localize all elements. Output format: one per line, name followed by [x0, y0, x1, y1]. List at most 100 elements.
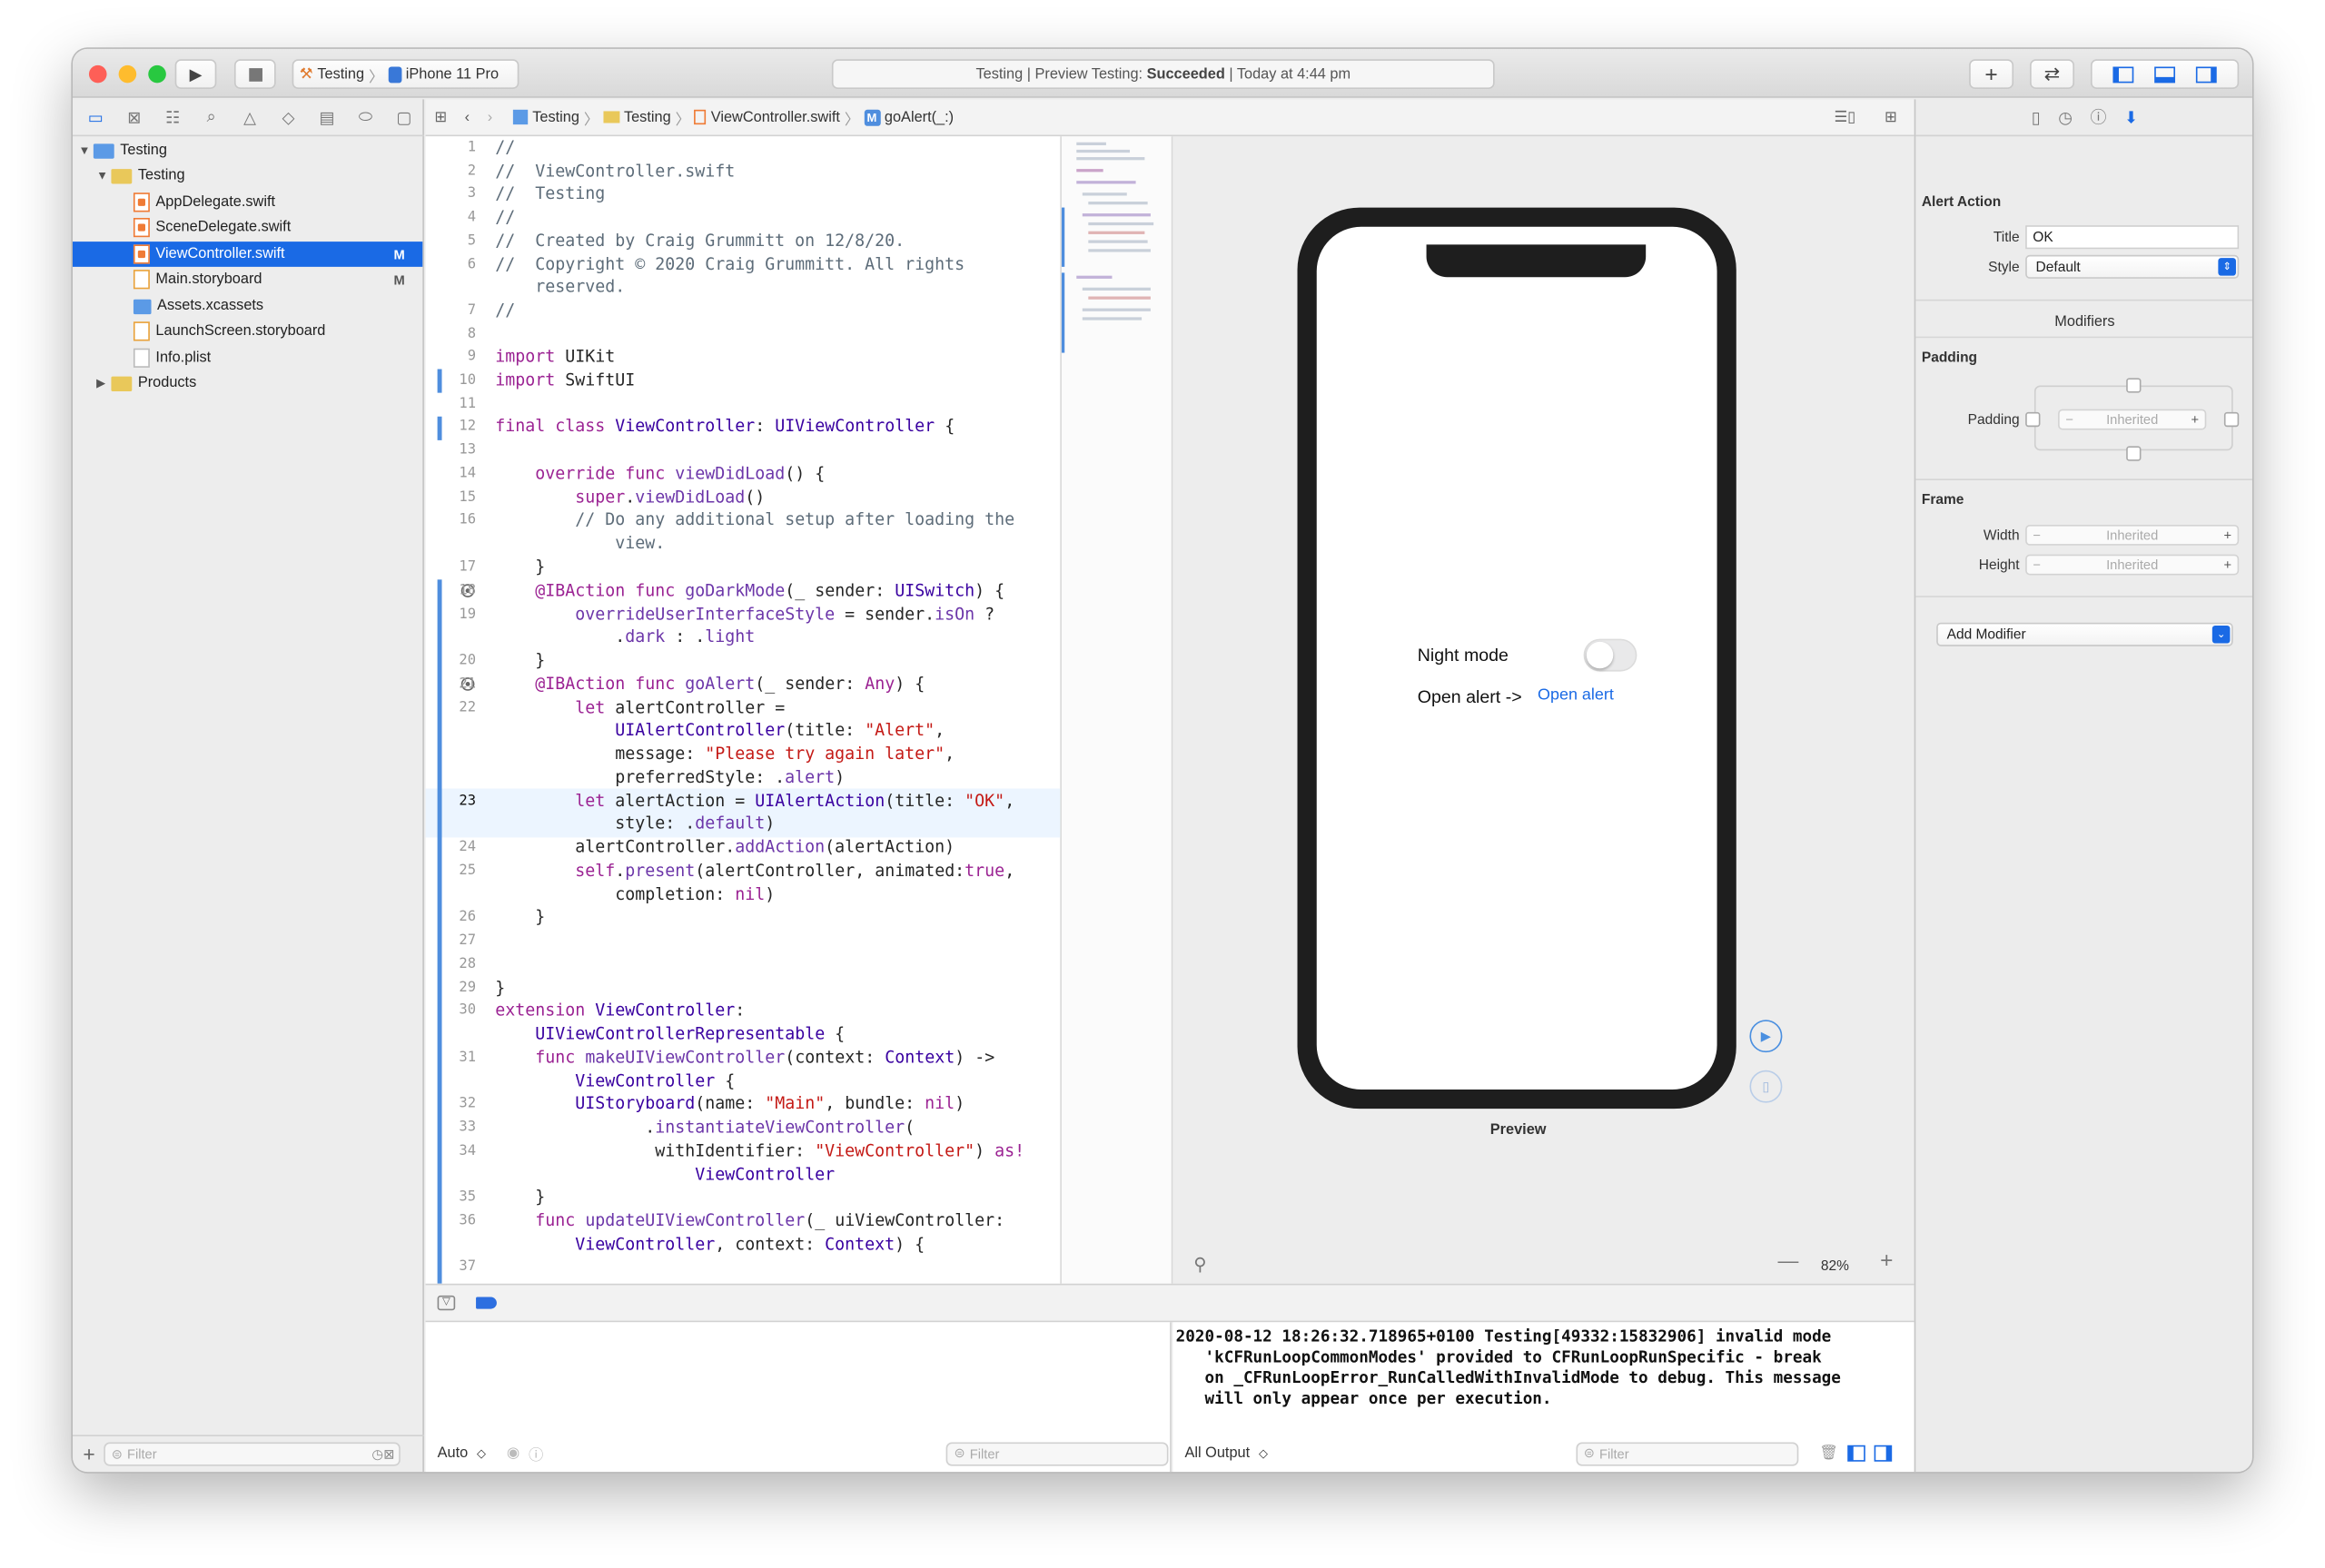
symbol-icon[interactable]: ☷ [160, 104, 185, 130]
recent-files-icon[interactable]: ◷⊠ [371, 1446, 394, 1463]
source-editor[interactable]: // // ViewController.swift // Testing //… [425, 136, 1062, 1284]
console[interactable]: 2020-08-12 18:26:32.718965+0100 Testing[… [1172, 1322, 1914, 1473]
tree-item-scenedelegate[interactable]: SceneDelegate.swift [73, 215, 422, 241]
storyboard-file-icon [133, 321, 150, 341]
add-modifier-popup[interactable]: Add Modifier ⌄ [1936, 622, 2233, 646]
tree-item-products[interactable]: ▶ Products [73, 370, 422, 396]
disclosure-closed-icon[interactable]: ▶ [96, 377, 111, 390]
variables-scope-popup[interactable]: Auto [438, 1445, 469, 1462]
line-number: 2 [467, 163, 477, 180]
attributes-icon[interactable]: ⬇ [2124, 107, 2138, 127]
back-button[interactable]: ‹ [465, 109, 470, 125]
stop-button[interactable] [233, 59, 276, 89]
forward-button[interactable]: › [488, 109, 492, 125]
review-changes-button[interactable]: ⇄ [2030, 59, 2075, 89]
minimize-window-button[interactable] [118, 64, 137, 84]
folder-icon[interactable]: ▭ [83, 104, 108, 130]
library-button[interactable]: + [1969, 59, 2014, 89]
navigator-filter-field[interactable]: ⊜ Filter ◷⊠ [104, 1442, 401, 1466]
history-icon[interactable]: ◷ [2058, 107, 2073, 127]
padding-stepper[interactable]: − Inherited + [2058, 409, 2207, 430]
preview-canvas: Night mode Open alert -> Open alert ▶ ▯ … [1172, 136, 1914, 1284]
debug-area-toggle-icon[interactable] [2154, 65, 2176, 83]
zoom-in-button[interactable]: + [1880, 1248, 1893, 1274]
minimap[interactable] [1061, 136, 1173, 1284]
breadcrumb-file[interactable]: ViewController.swift [711, 109, 840, 125]
file-inspector-icon[interactable]: ▯ [2032, 107, 2041, 127]
padding-bottom-checkbox[interactable] [2126, 446, 2142, 461]
add-editor-icon[interactable]: ⊞ [1885, 109, 1897, 125]
zoom-window-button[interactable] [148, 64, 166, 84]
plus-icon[interactable]: + [2223, 528, 2231, 542]
tree-item-project[interactable]: ▼ Testing [73, 138, 422, 163]
scheme-selector[interactable]: ⚒ Testing 〉 iPhone 11 Pro [292, 59, 519, 89]
tree-item-appdelegate[interactable]: AppDelegate.swift [73, 190, 422, 215]
eye-icon[interactable]: ◉ [507, 1445, 519, 1462]
chevron-down-icon: ⌄ [2211, 625, 2231, 644]
breakpoints-toggle-icon[interactable] [476, 1297, 497, 1309]
swift-file-icon [133, 244, 150, 264]
breakpoint-icon[interactable]: ⬭ [353, 104, 379, 130]
trash-icon[interactable]: 🗑 [1819, 1445, 1838, 1462]
split-right-icon[interactable] [1874, 1445, 1892, 1462]
padding-trailing-checkbox[interactable] [2223, 411, 2240, 428]
tree-item-assets[interactable]: Assets.xcassets [73, 293, 422, 319]
pin-icon[interactable]: ⚲ [1193, 1254, 1206, 1275]
tree-item-viewcontroller[interactable]: ViewController.swift M [72, 242, 423, 267]
height-stepper[interactable]: − Inherited + [2025, 554, 2240, 576]
live-preview-button[interactable]: ▶ [1749, 1020, 1783, 1053]
night-mode-switch[interactable] [1583, 638, 1637, 672]
minus-icon[interactable]: − [2033, 557, 2041, 572]
disclosure-open-icon[interactable]: ▼ [96, 169, 111, 182]
filter-icon: ⊜ [1583, 1445, 1596, 1461]
tree-item-launchscreen[interactable]: LaunchScreen.storyboard [73, 319, 422, 344]
tree-item-main-storyboard[interactable]: Main.storyboard M [73, 267, 422, 292]
variables-filter-field[interactable]: ⊜ Filter [946, 1441, 1170, 1465]
hide-debug-area-icon[interactable]: ▽ [437, 1295, 456, 1311]
style-popup[interactable]: Default ⇕ [2025, 254, 2240, 279]
style-value: Default [2035, 258, 2081, 275]
code-line: .instantiateViewController( [495, 1117, 915, 1138]
close-window-button[interactable] [88, 64, 107, 84]
plus-icon[interactable]: + [2191, 412, 2200, 427]
debug-icon[interactable]: ▤ [314, 104, 340, 130]
zoom-level[interactable]: 82% [1821, 1258, 1849, 1275]
inspector-toggle-icon[interactable] [2195, 65, 2217, 83]
source-control-icon[interactable]: ⊠ [122, 104, 147, 130]
warning-icon[interactable]: △ [237, 104, 262, 130]
padding-top-checkbox[interactable] [2126, 378, 2142, 393]
code-line: let alertAction = UIAlertAction(title: "… [575, 791, 1015, 812]
code-line: UIAlertController(title: "Alert", [615, 720, 945, 740]
zoom-out-button[interactable]: — [1777, 1248, 1798, 1272]
plus-icon[interactable]: + [2223, 557, 2231, 572]
info-icon[interactable]: ⓘ [529, 1443, 543, 1464]
minus-icon[interactable]: − [2033, 528, 2041, 542]
report-icon[interactable]: ▢ [391, 104, 417, 130]
minus-icon[interactable]: − [2065, 412, 2073, 427]
width-stepper[interactable]: − Inherited + [2025, 524, 2240, 546]
run-button[interactable]: ▶ [174, 59, 217, 89]
console-filter-field[interactable]: ⊜ Filter [1576, 1441, 1799, 1465]
breadcrumb-project[interactable]: Testing [532, 109, 579, 125]
tree-item-infoplist[interactable]: Info.plist [73, 345, 422, 370]
breadcrumb-group[interactable]: Testing [624, 109, 671, 125]
line-number: 15 [459, 488, 477, 506]
disclosure-open-icon[interactable]: ▼ [79, 143, 94, 157]
editor-options-icon[interactable]: ☰▯ [1835, 109, 1856, 125]
open-alert-button[interactable]: Open alert [1538, 686, 1614, 705]
split-left-icon[interactable] [1846, 1445, 1865, 1462]
grid-icon[interactable]: ⊞ [434, 109, 447, 125]
preview-on-device-button[interactable]: ▯ [1749, 1070, 1783, 1103]
padding-leading-checkbox[interactable] [2025, 411, 2041, 428]
code-line: UIViewControllerRepresentable { [535, 1024, 846, 1044]
test-icon[interactable]: ◇ [276, 104, 302, 130]
navigator-toggle-icon[interactable] [2112, 65, 2134, 83]
tree-item-group-testing[interactable]: ▼ Testing [73, 163, 422, 189]
help-icon[interactable]: ⓘ [2091, 105, 2107, 129]
add-file-button[interactable]: + [83, 1443, 94, 1466]
plus-icon: + [1984, 61, 1998, 87]
output-filter-popup[interactable]: All Output [1184, 1445, 1250, 1462]
title-field[interactable]: OK [2025, 225, 2240, 250]
breadcrumb-symbol[interactable]: goAlert(_:) [885, 109, 954, 125]
search-icon[interactable]: ⌕ [199, 104, 224, 130]
